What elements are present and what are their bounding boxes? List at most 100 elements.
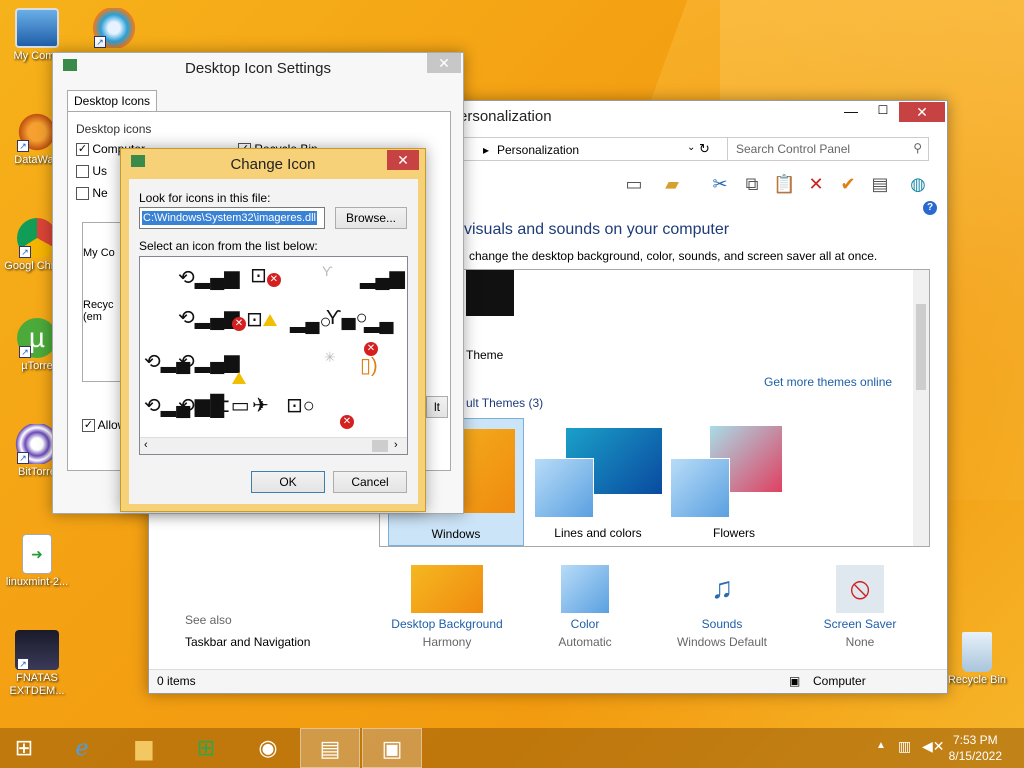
default-themes-heading: ult Themes (3)	[466, 396, 544, 410]
chevron-down-icon[interactable]: ⌄	[687, 142, 695, 153]
screen-saver-link[interactable]: Screen Saver	[800, 617, 920, 631]
chrome-icon: ↗	[17, 218, 57, 258]
properties-icon[interactable]: ▤	[869, 173, 891, 195]
restore-default-button[interactable]: lt	[426, 396, 448, 418]
phone-icon[interactable]: ▯)	[360, 353, 378, 378]
antenna-icon[interactable]: Ƴ	[322, 263, 333, 279]
file-explorer-icon[interactable]: ▆	[114, 728, 174, 768]
desktop-icon-settings-taskbar-icon[interactable]: ▣	[362, 728, 422, 768]
cut-icon[interactable]: ✂	[709, 173, 731, 195]
network-error-icon[interactable]: ⊡ ✕	[250, 263, 281, 288]
desktop-icon-shortcut[interactable]: ↗	[84, 8, 144, 50]
desktop-background-link[interactable]: Desktop Background	[387, 617, 507, 631]
network-signal-icon[interactable]: ⟲▂▄▆	[178, 265, 240, 290]
show-hidden-icons[interactable]: ▲	[876, 740, 886, 751]
store-icon[interactable]: ⊞	[176, 728, 236, 768]
desktop-icon-fnatas[interactable]: ↗ FNATAS EXTDEM...	[0, 630, 74, 698]
network-icon[interactable]: ▥	[898, 738, 911, 755]
warning-icon[interactable]	[232, 367, 246, 390]
loading-icon[interactable]: ✳	[324, 349, 336, 366]
scrollbar-thumb[interactable]	[372, 440, 388, 452]
get-more-themes-link[interactable]: Get more themes online	[764, 375, 892, 389]
icon-list[interactable]: ⟲▂▄▆ ⊡ ✕ Ƴ ▂▄▆ ⟲▂▄▆ ✕ ⊡ ▂▄○ Ƴ▄○ ▂▄✕ ⟲▂▄ ⟲▂…	[139, 256, 408, 455]
themes-scrollbar[interactable]	[913, 270, 929, 546]
icon-preview-list: My Co Recyc (em	[82, 222, 124, 382]
refresh-icon[interactable]: ↻	[699, 141, 710, 157]
help-icon[interactable]: ?	[923, 201, 937, 215]
checkbox-user-files[interactable]: Us	[76, 164, 107, 179]
close-button[interactable]: ✕	[387, 150, 419, 170]
error-icon[interactable]: ✕	[340, 407, 354, 430]
folder-icon[interactable]: ▰	[661, 173, 683, 195]
page-heading: visuals and sounds on your computer	[464, 221, 730, 238]
sounds-value: Windows Default	[676, 635, 768, 649]
theme-lines-and-colors[interactable]: Lines and colors	[530, 418, 666, 546]
paste-icon[interactable]: 📋	[773, 173, 795, 195]
browse-button[interactable]: Browse...	[335, 207, 407, 229]
scroll-right-icon[interactable]: ›	[394, 439, 398, 451]
my-theme-thumbnail[interactable]	[466, 270, 514, 316]
my-theme-label: Theme	[466, 348, 504, 362]
breadcrumb-item[interactable]: Personalization	[497, 143, 579, 157]
ok-button[interactable]: OK	[251, 471, 325, 493]
globe-icon[interactable]: ◍	[907, 173, 929, 195]
desktop-icon-file[interactable]: ➜ linuxmint-2...	[0, 534, 74, 589]
antenna-search-icon[interactable]: Ƴ▄○	[326, 307, 368, 330]
title-bar: Desktop Icon Settings ✕	[53, 53, 463, 83]
desktop-icon-label: Recycle Bin	[947, 674, 1007, 686]
theme-name: Windows	[431, 527, 481, 541]
clock[interactable]: 7:53 PM 8/15/2022	[949, 732, 1002, 764]
search-input[interactable]: Search Control Panel ⚲	[727, 137, 929, 161]
see-also-label: See also	[185, 613, 232, 627]
color-palette-icon	[670, 458, 730, 518]
volume-icon[interactable]: ◀✕	[922, 738, 945, 755]
clock-time: 7:53 PM	[952, 733, 998, 747]
scrollbar-thumb[interactable]	[916, 304, 926, 390]
network-warning-icon[interactable]: ✕ ⊡	[232, 307, 277, 332]
minimize-button[interactable]: —	[839, 103, 863, 121]
start-button[interactable]: ⊞	[0, 728, 48, 768]
sounds-link[interactable]: Sounds	[662, 617, 782, 631]
dialog-title: Change Icon	[230, 156, 316, 173]
copy-icon[interactable]: ⧉	[741, 173, 763, 195]
control-panel-taskbar-icon[interactable]: ▤	[300, 728, 360, 768]
color-palette-icon	[561, 565, 609, 613]
computer-icon: ▣	[789, 674, 801, 688]
theme-flowers[interactable]: Flowers	[666, 418, 802, 546]
cancel-button[interactable]: Cancel	[333, 471, 407, 493]
checkbox-network[interactable]: Ne	[76, 186, 108, 201]
network-search-icon[interactable]: ⊡○	[286, 393, 315, 418]
icon-file-input[interactable]: C:\Windows\System32\imageres.dll	[139, 207, 325, 229]
layout-icon[interactable]: ▭	[623, 173, 645, 195]
network-signal-icon[interactable]: ⟲▂▄▆	[178, 305, 240, 330]
color-palette-icon	[534, 458, 594, 518]
close-button[interactable]: ✕	[899, 102, 945, 122]
video-icon: ↗	[15, 630, 59, 670]
desktop-icon-recycle-bin[interactable]: Recycle Bin	[940, 632, 1014, 687]
scroll-left-icon[interactable]: ‹	[144, 439, 148, 451]
screen-saver-item[interactable]: ⦸ Screen Saver None	[800, 565, 920, 649]
select-label: Select an icon from the list below:	[139, 239, 318, 253]
desktop-background-item[interactable]: Desktop Background Harmony	[387, 565, 507, 649]
delete-icon[interactable]: ✕	[805, 173, 827, 195]
color-item[interactable]: Color Automatic	[525, 565, 645, 649]
signal-error-icon[interactable]: ▂▄✕	[364, 309, 407, 357]
chrome-icon[interactable]: ◉	[238, 728, 298, 768]
network-signal-icon[interactable]: ⟲▂▄▆	[178, 349, 240, 374]
airplane-icon[interactable]: ✈	[252, 393, 269, 418]
window-title: Desktop Icon Settings	[185, 60, 331, 77]
monitor-network-icon[interactable]: ⊏▭	[214, 393, 250, 418]
app-icon: ↗	[92, 8, 136, 48]
icon-list-scrollbar[interactable]: ‹ ›	[140, 437, 407, 454]
search-icon[interactable]: ⚲	[913, 141, 922, 155]
checkmark-icon[interactable]: ✔	[837, 173, 859, 195]
color-link[interactable]: Color	[525, 617, 645, 631]
close-button[interactable]: ✕	[427, 53, 461, 73]
page-subheading: change the desktop background, color, so…	[469, 249, 878, 263]
signal-bars-icon[interactable]: ▂▄▆	[360, 265, 405, 290]
tab-desktop-icons[interactable]: Desktop Icons	[67, 90, 158, 111]
internet-explorer-icon[interactable]: ℯ	[52, 728, 112, 768]
taskbar-navigation-link[interactable]: Taskbar and Navigation	[185, 635, 310, 649]
maximize-button[interactable]: ☐	[871, 103, 895, 121]
sounds-item[interactable]: ♫ Sounds Windows Default	[662, 565, 782, 649]
